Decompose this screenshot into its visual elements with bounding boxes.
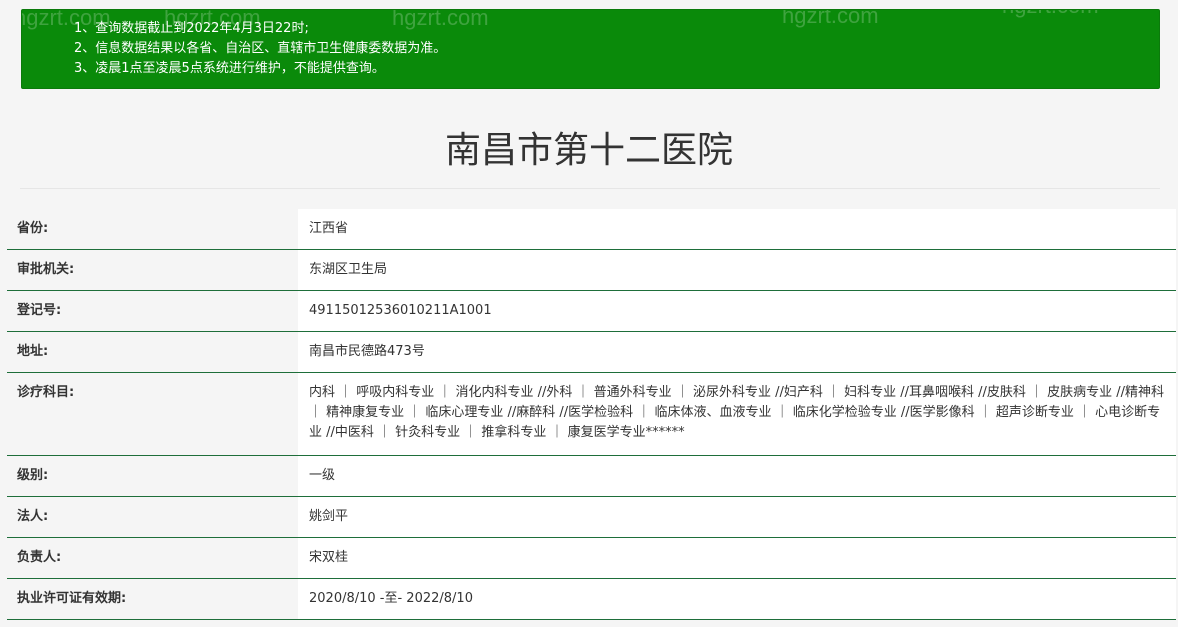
field-value: 南昌市民德路473号 <box>298 332 1176 372</box>
table-row-person-in-charge: 负责人: 宋双桂 <box>7 538 1176 579</box>
page-title: 南昌市第十二医院 <box>444 130 733 171</box>
field-value: 江西省 <box>298 209 1176 249</box>
field-label: 法人: <box>7 497 298 537</box>
field-label: 执业许可证有效期: <box>7 579 298 619</box>
field-value: 一级 <box>298 456 1176 496</box>
title-divider <box>20 188 1160 189</box>
hospital-info-table: 省份: 江西省 审批机关: 东湖区卫生局 登记号: 49115012536010… <box>7 209 1176 620</box>
table-row-province: 省份: 江西省 <box>7 209 1176 250</box>
field-label: 诊疗科目: <box>7 373 298 455</box>
field-label: 地址: <box>7 332 298 372</box>
field-value: 内科 ｜ 呼吸内科专业 ｜ 消化内科专业 //外科 ｜ 普通外科专业 ｜ 泌尿外… <box>298 373 1176 455</box>
table-row-approval-authority: 审批机关: 东湖区卫生局 <box>7 250 1176 291</box>
table-row-address: 地址: 南昌市民德路473号 <box>7 332 1176 373</box>
field-label: 审批机关: <box>7 250 298 290</box>
field-label: 省份: <box>7 209 298 249</box>
notice-banner: hgzrt.com hgzrt.com hgzrt.com hgzrt.com … <box>21 9 1160 89</box>
table-row-legal-person: 法人: 姚剑平 <box>7 497 1176 538</box>
field-value: 49115012536010211A1001 <box>298 291 1176 331</box>
field-value: 宋双桂 <box>298 538 1176 578</box>
table-row-departments: 诊疗科目: 内科 ｜ 呼吸内科专业 ｜ 消化内科专业 //外科 ｜ 普通外科专业… <box>7 373 1176 456</box>
field-value: 2020/8/10 -至- 2022/8/10 <box>298 579 1176 619</box>
field-value: 姚剑平 <box>298 497 1176 537</box>
watermark: hgzrt.com <box>1002 10 1099 17</box>
notice-line-2: 2、信息数据结果以各省、自治区、直辖市卫生健康委数据为准。 <box>74 41 447 56</box>
table-row-license-validity: 执业许可证有效期: 2020/8/10 -至- 2022/8/10 <box>7 579 1176 620</box>
field-label: 负责人: <box>7 538 298 578</box>
field-value: 东湖区卫生局 <box>298 250 1176 290</box>
notice-line-1: 1、查询数据截止到2022年4月3日22时; <box>74 21 309 36</box>
table-row-registration-number: 登记号: 49115012536010211A1001 <box>7 291 1176 332</box>
field-label: 级别: <box>7 456 298 496</box>
field-label: 登记号: <box>7 291 298 331</box>
notice-line-3: 3、凌晨1点至凌晨5点系统进行维护，不能提供查询。 <box>74 61 385 76</box>
table-row-level: 级别: 一级 <box>7 456 1176 497</box>
